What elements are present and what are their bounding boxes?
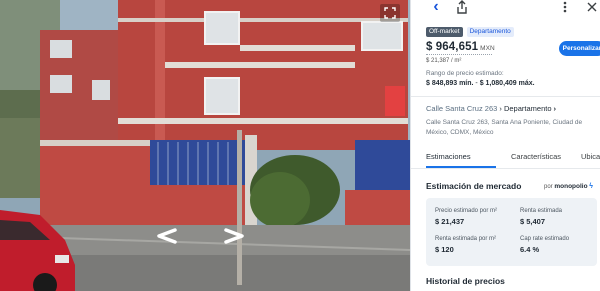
stat-label: Precio estimado por m² bbox=[435, 208, 498, 214]
stat-rent-per-m2: Renta estimada por m² $ 120 bbox=[435, 236, 496, 254]
stat-rent: Renta estimada $ 5,407 bbox=[520, 208, 562, 226]
listing-badges: Off-market Departamento bbox=[426, 27, 514, 37]
stat-price-per-m2: Precio estimado por m² $ 21,437 bbox=[435, 208, 497, 226]
tab-caracteristicas[interactable]: Características bbox=[511, 152, 561, 161]
estimated-price: $ 964,651 MXN bbox=[426, 41, 495, 53]
range-min: $ 848,893 mín. bbox=[426, 80, 474, 87]
tab-bar: Estimaciones Características Ubicac bbox=[411, 145, 600, 169]
more-vertical-icon[interactable] bbox=[559, 0, 571, 14]
stat-label: Renta estimada bbox=[520, 208, 563, 214]
range-values: $ 848,893 mín. - $ 1,080,409 máx. bbox=[426, 80, 535, 87]
price-per-m2: $ 21,387 / m² bbox=[426, 58, 462, 64]
provider-logo: monopolio bbox=[554, 183, 588, 190]
provider-by-label: por bbox=[544, 184, 553, 190]
stat-cap-rate: Cap rate estimado 6.4 % bbox=[520, 236, 569, 254]
provider-credit: por monopolio ϟ bbox=[544, 183, 593, 190]
stat-value: $ 120 bbox=[435, 245, 454, 254]
property-type-badge: Departamento bbox=[466, 27, 514, 37]
market-estimate-title: Estimación de mercado bbox=[426, 181, 522, 191]
street-view-scene bbox=[0, 0, 410, 291]
divider bbox=[411, 96, 600, 97]
stat-value: 6.4 % bbox=[520, 245, 540, 254]
expand-icon[interactable] bbox=[380, 4, 400, 22]
street-view[interactable] bbox=[0, 0, 410, 291]
category-link[interactable]: Departamento bbox=[504, 104, 552, 113]
price-currency: MXN bbox=[480, 45, 495, 52]
range-label: Rango de precio estimado: bbox=[426, 70, 504, 77]
street-link[interactable]: Calle Santa Cruz 263 bbox=[426, 104, 497, 113]
stat-value: $ 5,407 bbox=[520, 217, 546, 226]
stat-label: Cap rate estimado bbox=[520, 236, 570, 242]
stat-label: Renta estimada por m² bbox=[435, 236, 497, 242]
breadcrumb[interactable]: Calle Santa Cruz 263 › Departamento › bbox=[426, 104, 556, 113]
market-stats-card: Precio estimado por m² $ 21,437 Renta es… bbox=[426, 198, 597, 266]
share-icon[interactable] bbox=[455, 0, 469, 14]
tab-ubicacion[interactable]: Ubicac bbox=[581, 152, 600, 161]
tab-estimaciones[interactable]: Estimaciones bbox=[426, 152, 471, 161]
off-market-badge: Off-market bbox=[426, 27, 463, 37]
personalize-button[interactable]: Personalizar bbox=[559, 41, 600, 56]
close-icon[interactable] bbox=[585, 0, 599, 14]
price-underline bbox=[426, 54, 492, 55]
active-tab-indicator bbox=[426, 166, 496, 168]
chevron-right-icon: › bbox=[553, 104, 557, 113]
chevron-left-icon[interactable]: ‹ bbox=[429, 0, 443, 15]
lightning-icon: ϟ bbox=[589, 183, 593, 190]
listing-panel: ‹ Off-market Departamento $ 964,651 MXN $… bbox=[410, 0, 600, 291]
panel-topbar: ‹ bbox=[411, 0, 600, 18]
price-value: $ 964,651 bbox=[426, 41, 479, 53]
stat-value: $ 21,437 bbox=[435, 217, 465, 226]
price-history-title: Historial de precios bbox=[426, 276, 505, 286]
range-max: $ 1,080,409 máx. bbox=[479, 80, 535, 87]
breadcrumb-separator: › bbox=[497, 104, 504, 113]
full-address: Calle Santa Cruz 263, Santa Ana Poniente… bbox=[426, 119, 583, 136]
